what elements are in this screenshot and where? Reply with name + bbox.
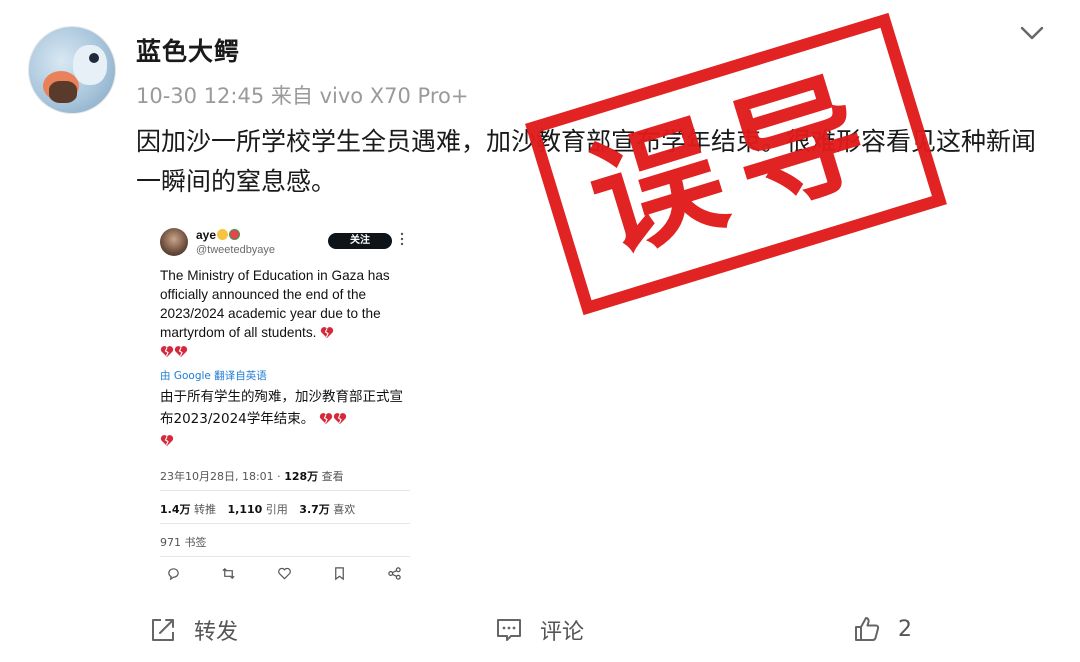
like-icon[interactable]	[277, 566, 292, 581]
tweet-avatar	[160, 228, 188, 256]
avatar[interactable]	[28, 26, 116, 114]
clap-emoji-icon	[217, 229, 229, 240]
comment-button[interactable]: 评论	[494, 614, 584, 646]
stamp-text: 误导	[572, 48, 900, 280]
broken-heart-icon	[160, 435, 174, 446]
username[interactable]: 蓝色大鳄	[136, 32, 240, 68]
tweet-handle: @tweetedbyaye	[196, 244, 276, 256]
repost-label: 转发	[194, 620, 239, 645]
tweet-stats: 1.4万 转推 1,110 引用 3.7万 喜欢	[160, 503, 356, 516]
repost-icon	[152, 619, 174, 641]
reply-icon[interactable]	[166, 566, 181, 581]
broken-heart-icon	[333, 413, 346, 424]
broken-heart-icon	[321, 327, 334, 338]
broken-heart-icon	[160, 346, 174, 357]
chevron-down-icon[interactable]	[1018, 22, 1046, 44]
misleading-stamp: 误导	[525, 12, 947, 316]
tweet-bookmarks: 971 书签	[160, 536, 207, 549]
broken-heart-icon	[174, 346, 188, 357]
repost-button[interactable]: 转发	[148, 614, 238, 646]
embedded-tweet-image[interactable]: aye @tweetedbyaye 关注 The Ministry of Edu…	[152, 216, 412, 594]
like-button[interactable]: 2	[852, 614, 912, 644]
watermelon-emoji-icon	[229, 229, 241, 240]
broken-heart-icon	[319, 413, 332, 424]
tweet-body: The Ministry of Education in Gaza has of…	[160, 266, 412, 361]
comment-label: 评论	[540, 620, 585, 645]
comment-icon	[497, 619, 521, 641]
post-action-bar: 转发 评论 2	[0, 606, 1080, 654]
more-icon[interactable]	[400, 232, 404, 246]
translation-source[interactable]: 由 Google 翻译自英语	[160, 368, 267, 383]
share-icon[interactable]	[387, 566, 402, 581]
follow-button[interactable]: 关注	[328, 233, 392, 249]
bookmark-icon[interactable]	[332, 566, 347, 581]
tweet-timestamp: 23年10月28日, 18:01 · 128万 查看	[160, 470, 344, 483]
like-count: 2	[898, 616, 912, 642]
tweet-action-bar	[166, 566, 402, 582]
retweet-icon[interactable]	[221, 566, 236, 581]
post-meta: 10-30 12:45 来自 vivo X70 Pro+	[136, 84, 469, 108]
tweet-author-name: aye	[196, 228, 241, 242]
tweet-translation: 由于所有学生的殉难，加沙教育部正式宣布2023/2024学年结束。	[160, 386, 410, 452]
thumbs-up-icon	[855, 617, 880, 641]
